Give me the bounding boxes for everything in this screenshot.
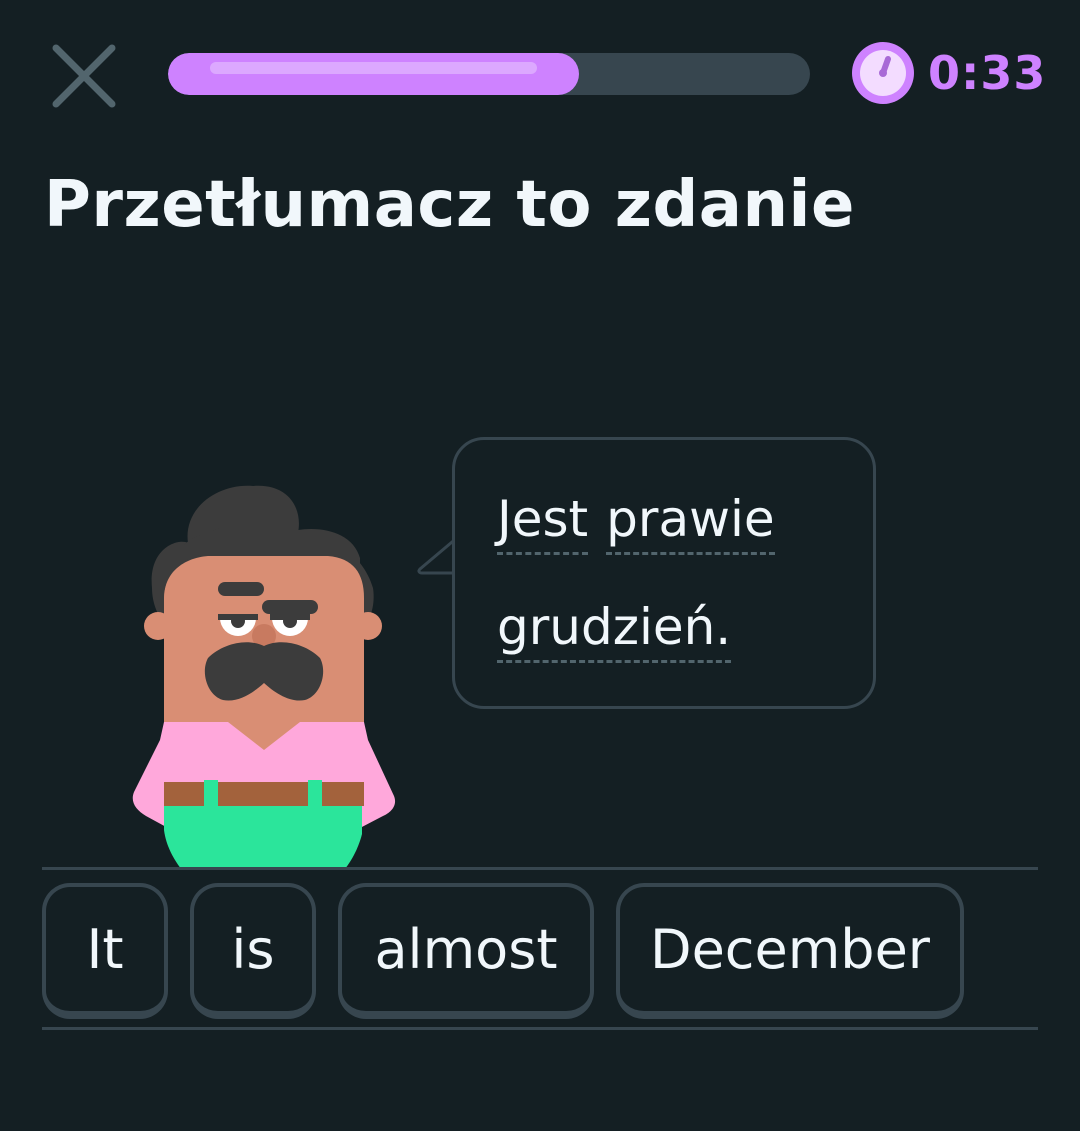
speech-bubble: Jest prawie grudzień.	[452, 437, 876, 709]
progress-highlight	[210, 62, 537, 74]
close-button[interactable]	[50, 42, 118, 110]
timer-icon	[852, 42, 914, 104]
word-tile[interactable]: December	[616, 883, 964, 1019]
hint-word[interactable]: Jest	[497, 486, 589, 555]
page-title: Przetłumacz to zdanie	[44, 168, 855, 242]
timer-text: 0:33	[928, 46, 1047, 100]
bubble-line-2: grudzień.	[497, 594, 732, 663]
word-tile[interactable]: It	[42, 883, 168, 1019]
answer-line-top	[42, 867, 1038, 870]
bubble-line-1: Jest prawie	[497, 486, 775, 555]
hint-word[interactable]: grudzień.	[497, 594, 732, 663]
progress-bar	[168, 53, 810, 95]
close-icon	[52, 44, 116, 108]
character-illustration	[132, 485, 396, 870]
answer-line-bottom	[42, 1027, 1038, 1030]
word-tile[interactable]: almost	[338, 883, 594, 1019]
word-tile[interactable]: is	[190, 883, 316, 1019]
answer-tiles: It is almost December	[42, 883, 964, 1019]
lesson-screen: 0:33 Przetłumacz to zdanie Jest prawie g…	[0, 0, 1080, 1131]
timer: 0:33	[850, 40, 1046, 106]
progress-fill	[168, 53, 579, 95]
hint-word[interactable]: prawie	[606, 486, 775, 555]
